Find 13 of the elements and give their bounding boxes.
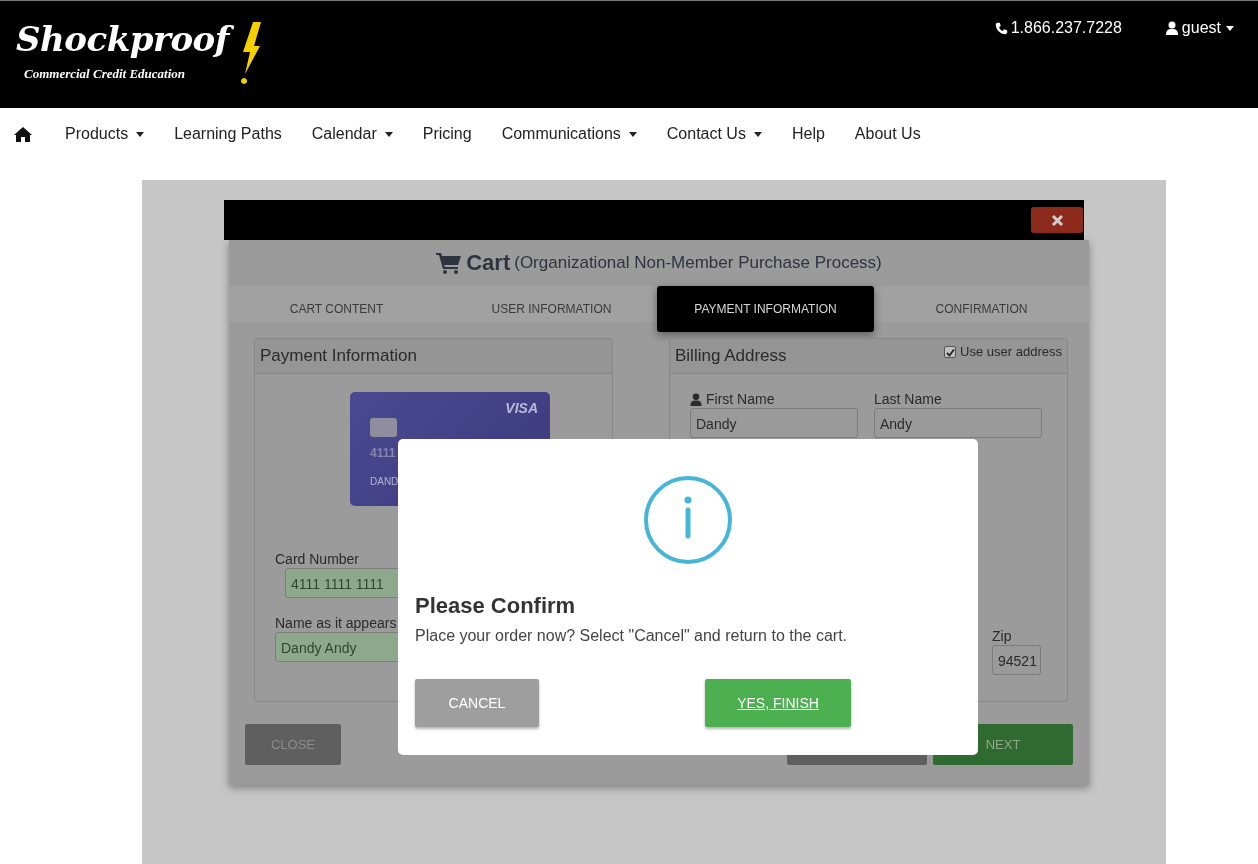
dialog-title: Please Confirm [415,593,577,619]
cart-subtitle: (Organizational Non-Member Purchase Process) [514,253,882,273]
logo-title: Shockproof [16,16,237,62]
field-label: Name as it appears [275,614,398,632]
cart-title: Cart [466,250,511,276]
field-label: First Name [690,390,858,408]
section-heading: Billing Address [675,345,787,367]
field-label: Zip [992,627,1013,645]
field-label: Card Number [275,550,361,568]
logo-tagline: Commercial Credit Education [23,66,187,82]
dialog-message: Place your order now? Select "Cancel" and return to the cart. [415,627,849,645]
section-heading: Payment Information [260,345,417,367]
field-label: Last Name [874,390,943,408]
